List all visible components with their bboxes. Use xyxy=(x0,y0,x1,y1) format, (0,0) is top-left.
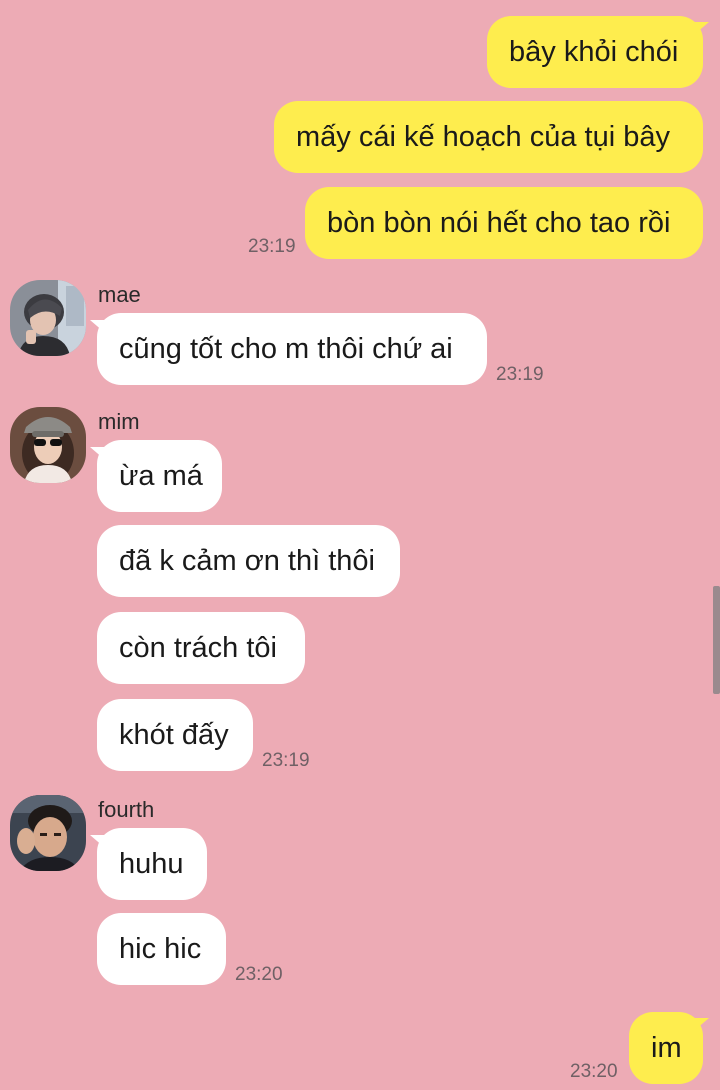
mae-avatar[interactable] xyxy=(10,280,86,356)
user-photo-avatar-icon xyxy=(10,407,86,483)
incoming-message[interactable]: đã k cảm ơn thì thôi xyxy=(97,525,400,597)
scrollbar-thumb[interactable] xyxy=(713,586,720,694)
bubble-tail xyxy=(695,1018,709,1030)
outgoing-message[interactable]: mấy cái kế hoạch của tụi bây xyxy=(274,101,703,173)
incoming-message[interactable]: còn trách tôi xyxy=(97,612,305,684)
message-timestamp: 23:19 xyxy=(248,236,296,257)
outgoing-message[interactable]: im xyxy=(629,1012,703,1084)
incoming-message[interactable]: ừa má xyxy=(97,440,222,512)
sender-name: mim xyxy=(98,409,140,434)
incoming-message[interactable]: huhu xyxy=(97,828,207,900)
bubble-tail xyxy=(695,22,709,34)
outgoing-message[interactable]: bòn bòn nói hết cho tao rồi xyxy=(305,187,703,259)
sender-name: mae xyxy=(98,282,141,307)
message-timestamp: 23:20 xyxy=(235,964,283,985)
incoming-message[interactable]: khót đấy xyxy=(97,699,253,771)
message-timestamp: 23:20 xyxy=(570,1061,618,1082)
user-photo-avatar-icon xyxy=(10,795,86,871)
message-timestamp: 23:19 xyxy=(496,364,544,385)
mim-avatar[interactable] xyxy=(10,407,86,483)
message-timestamp: 23:19 xyxy=(262,750,310,771)
outgoing-message[interactable]: bây khỏi chói xyxy=(487,16,703,88)
user-photo-avatar-icon xyxy=(10,280,86,356)
sender-name: fourth xyxy=(98,797,155,822)
fourth-avatar[interactable] xyxy=(10,795,86,871)
chat-message-area[interactable]: bây khỏi chói mấy cái kế hoạch của tụi b… xyxy=(0,0,720,1090)
incoming-message[interactable]: hic hic xyxy=(97,913,226,985)
incoming-message[interactable]: cũng tốt cho m thôi chứ ai xyxy=(97,313,487,385)
